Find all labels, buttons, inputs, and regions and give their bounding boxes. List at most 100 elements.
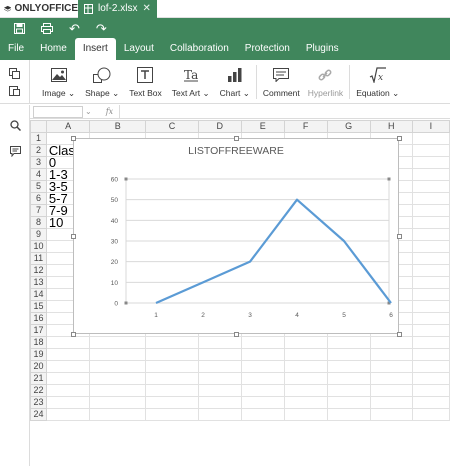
print-icon[interactable] [41,22,53,34]
cell[interactable] [145,408,199,421]
cell[interactable] [45,348,91,361]
cell[interactable] [197,372,242,385]
chart-resize-handle[interactable] [233,331,239,337]
cell[interactable] [326,360,371,373]
cell[interactable] [369,396,413,409]
cell[interactable] [283,336,328,349]
cell[interactable] [240,348,285,361]
cell[interactable] [45,360,91,373]
cell[interactable] [145,372,199,385]
row-header[interactable]: 15 [30,300,47,313]
menu-layout[interactable]: Layout [116,38,162,60]
cell[interactable] [45,396,91,409]
cell[interactable] [197,360,242,373]
cell[interactable] [240,336,285,349]
name-box-dropdown-icon[interactable]: ⌄ [85,107,92,116]
row-header[interactable]: 17 [30,324,47,337]
cell[interactable] [326,372,371,385]
cell[interactable] [326,408,371,421]
cell[interactable] [283,360,328,373]
search-icon[interactable] [10,120,21,131]
column-header[interactable]: B [89,120,147,133]
row-header[interactable]: 7 [30,204,47,217]
cell[interactable] [411,396,450,409]
cell[interactable] [240,372,285,385]
chart-resize-handle[interactable] [396,233,402,239]
insert-chart-button[interactable]: Chart ⌄ [220,66,250,99]
column-header[interactable]: I [411,120,450,133]
row-header[interactable]: 2 [30,144,47,157]
document-tab[interactable]: lof-2.xlsx ✕ [78,0,157,18]
menu-plugins[interactable]: Plugins [298,38,347,60]
cell[interactable] [326,348,371,361]
row-header[interactable]: 12 [30,264,47,277]
cell[interactable] [411,132,450,145]
cell[interactable] [411,156,450,169]
function-icon[interactable]: fx [106,107,113,116]
column-header[interactable]: A [45,120,91,133]
paste-icon[interactable] [9,85,20,96]
cell[interactable] [411,180,450,193]
cell[interactable] [89,372,147,385]
cell[interactable] [411,276,450,289]
cell[interactable] [240,408,285,421]
menu-protection[interactable]: Protection [237,38,298,60]
cell[interactable] [411,312,450,325]
cell[interactable] [411,360,450,373]
cell[interactable] [197,384,242,397]
menu-insert[interactable]: Insert [74,38,116,60]
cell[interactable] [411,228,450,241]
row-header[interactable]: 11 [30,252,47,265]
column-header[interactable]: F [283,120,328,133]
select-all-corner[interactable] [30,120,47,133]
row-header[interactable]: 13 [30,276,47,289]
comments-panel-icon[interactable] [10,146,21,157]
cell[interactable] [369,372,413,385]
cell[interactable] [369,408,413,421]
cell[interactable] [145,336,199,349]
row-header[interactable]: 10 [30,240,47,253]
cell[interactable] [197,336,242,349]
chart-resize-handle[interactable] [70,331,76,337]
cell[interactable] [411,384,450,397]
formula-input[interactable] [119,105,450,118]
row-header[interactable]: 22 [30,384,47,397]
cell[interactable] [411,204,450,217]
cell[interactable] [283,348,328,361]
cell[interactable] [283,408,328,421]
undo-icon[interactable]: ↶ [69,22,80,35]
column-header[interactable]: C [145,120,199,133]
cell[interactable] [411,300,450,313]
cell[interactable] [145,348,199,361]
save-icon[interactable] [14,22,25,34]
cell[interactable] [326,396,371,409]
insert-equation-button[interactable]: x Equation ⌄ [356,66,399,99]
cell[interactable] [89,396,147,409]
cell[interactable] [411,264,450,277]
row-header[interactable]: 14 [30,288,47,301]
insert-textart-button[interactable]: Ta Text Art ⌄ [172,66,210,99]
row-header[interactable]: 18 [30,336,47,349]
cell[interactable] [197,348,242,361]
copy-icon[interactable] [9,68,20,79]
menu-collaboration[interactable]: Collaboration [162,38,237,60]
insert-comment-button[interactable]: Comment [263,66,300,98]
cell[interactable] [411,192,450,205]
cell[interactable] [197,396,242,409]
row-header[interactable]: 23 [30,396,47,409]
cell[interactable] [283,372,328,385]
cell[interactable] [411,288,450,301]
row-header[interactable]: 3 [30,156,47,169]
chart-object[interactable]: LISTOFFREEWARE 0 10 20 30 40 50 60 1 2 3 4 5 6 [73,138,399,334]
column-header[interactable]: G [326,120,371,133]
row-header[interactable]: 20 [30,360,47,373]
row-header[interactable]: 8 [30,216,47,229]
insert-hyperlink-button[interactable]: Hyperlink [308,66,343,98]
cell[interactable] [283,396,328,409]
cell[interactable] [411,336,450,349]
cell[interactable] [411,324,450,337]
cell[interactable] [411,408,450,421]
cell[interactable] [240,384,285,397]
row-header[interactable]: 21 [30,372,47,385]
chart-resize-handle[interactable] [70,135,76,141]
